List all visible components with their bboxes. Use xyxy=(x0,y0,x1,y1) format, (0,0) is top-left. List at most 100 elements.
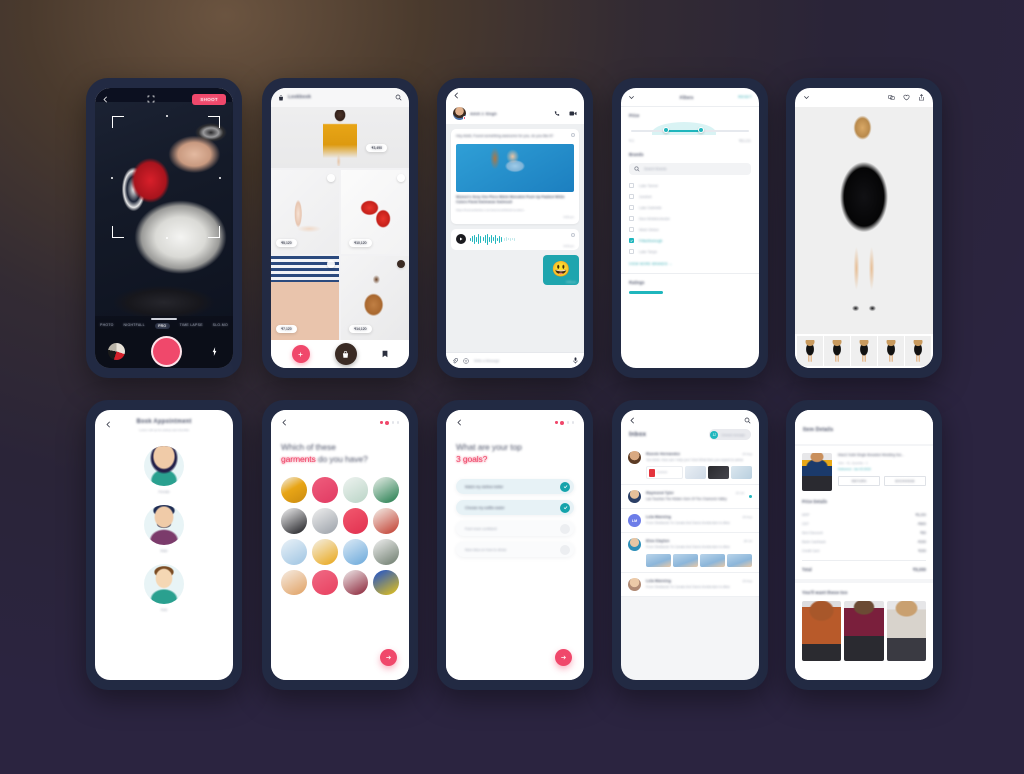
reset-button[interactable]: RESET xyxy=(738,95,752,99)
tag-pin-icon[interactable] xyxy=(327,174,335,182)
attachment-image[interactable] xyxy=(673,553,698,567)
brand-row[interactable]: Lake Tanya xyxy=(629,246,751,257)
garment-tile[interactable] xyxy=(281,538,307,565)
checkbox[interactable] xyxy=(629,183,634,188)
attachment-file[interactable]: Contract xyxy=(646,466,684,480)
scan-crop-frame[interactable] xyxy=(111,115,221,239)
inbox-thread[interactable]: LM Lela Manning 18 Aug From Shetlands To… xyxy=(621,509,759,534)
brand-row[interactable]: Jonefurt xyxy=(629,191,751,202)
chat-message-incoming[interactable]: Hey Advit, Found something awesome for y… xyxy=(451,129,579,224)
unread-filter-pill[interactable]: 12 Unread message xyxy=(708,429,751,440)
scan-frame-icon[interactable] xyxy=(147,95,155,103)
back-arrow-icon[interactable] xyxy=(629,417,636,424)
garment-tile[interactable] xyxy=(311,538,338,565)
garment-tile[interactable] xyxy=(281,508,307,534)
product-thumbnail[interactable] xyxy=(851,336,877,366)
appointment-option-male[interactable]: Male xyxy=(144,505,184,553)
lookbook-hero-item[interactable]: ₹3,490 xyxy=(271,107,409,168)
next-button[interactable] xyxy=(380,649,397,666)
attachment-image[interactable] xyxy=(646,553,671,567)
chat-voice-message[interactable]: 9:53 pm xyxy=(451,228,579,250)
exchange-button[interactable]: EXCHANGE xyxy=(884,476,926,487)
garment-tile[interactable] xyxy=(373,508,399,534)
goal-option[interactable]: New idea on how to dress xyxy=(456,542,574,558)
ratings-slider[interactable] xyxy=(629,291,663,294)
play-icon[interactable] xyxy=(456,234,466,245)
attachment-image[interactable] xyxy=(727,553,752,567)
attachment-image[interactable] xyxy=(708,466,730,480)
brand-row[interactable]: Lake Tanner xyxy=(629,180,751,191)
goal-option[interactable]: Match my clothes better xyxy=(456,479,574,495)
share-icon[interactable] xyxy=(918,94,925,101)
message-input[interactable]: Write a Message xyxy=(474,359,568,363)
chat-sticker-outgoing[interactable]: 😃 9:55 pm xyxy=(543,254,579,285)
product-thumbnail-strip[interactable] xyxy=(795,334,933,368)
inbox-thread[interactable]: Raymond Tyler 23 Jul Les Touches The Hid… xyxy=(621,485,759,510)
gallery-thumbnail[interactable] xyxy=(108,343,125,361)
attachment-icon[interactable] xyxy=(452,357,458,364)
inbox-thread[interactable]: Lela Manning 18 Aug From Shetlands To Ca… xyxy=(621,572,759,597)
checkbox[interactable] xyxy=(629,227,634,232)
product-main-image[interactable] xyxy=(795,107,933,334)
garment-tile[interactable] xyxy=(373,538,399,565)
brand-row[interactable]: New Wnkkinchester xyxy=(629,213,751,224)
view-more-brands-link[interactable]: VIEW MORE BRANDS → xyxy=(629,262,751,266)
suggested-product[interactable] xyxy=(886,600,926,661)
inbox-thread[interactable]: Roovie Hernandez 24 Aug Yes Advit, How c… xyxy=(621,446,759,486)
chevron-down-icon[interactable] xyxy=(803,94,810,101)
microphone-icon[interactable] xyxy=(573,357,578,364)
checkbox[interactable] xyxy=(629,205,634,210)
product-thumbnail[interactable] xyxy=(878,336,904,366)
suggested-product[interactable] xyxy=(802,600,842,661)
drag-handle[interactable] xyxy=(151,318,177,320)
product-thumbnail[interactable] xyxy=(824,336,850,366)
video-call-icon[interactable] xyxy=(569,110,577,117)
tag-pin-icon[interactable] xyxy=(397,260,405,268)
saved-items-icon[interactable] xyxy=(382,350,388,358)
flash-icon[interactable] xyxy=(208,345,220,359)
garment-tile[interactable] xyxy=(281,569,307,596)
price-range-slider[interactable] xyxy=(631,122,749,138)
camera-mode-timelapse[interactable]: TIME LAPSE xyxy=(180,323,203,330)
back-arrow-icon[interactable] xyxy=(456,419,463,426)
garment-tile[interactable] xyxy=(342,569,369,596)
phone-call-icon[interactable] xyxy=(554,110,561,117)
camera-mode-pro[interactable]: PRO xyxy=(154,322,170,330)
attachment-image[interactable] xyxy=(700,553,725,567)
goal-option[interactable]: Choose my outfits easier xyxy=(456,500,574,516)
heart-icon[interactable] xyxy=(903,94,910,101)
checkbox[interactable] xyxy=(629,194,634,199)
garment-tile[interactable] xyxy=(342,477,369,504)
shopping-bag-icon[interactable] xyxy=(334,343,357,365)
brand-row[interactable]: Lake Gabrielle xyxy=(629,202,751,213)
garment-tile[interactable] xyxy=(311,569,338,596)
lookbook-item[interactable]: ₹5,120 xyxy=(271,170,339,254)
lookbook-item[interactable]: ₹7,120 xyxy=(271,256,339,340)
tag-pin-icon[interactable] xyxy=(327,260,335,268)
audio-waveform[interactable] xyxy=(470,233,574,245)
search-icon[interactable] xyxy=(744,417,751,424)
brand-row[interactable]: West Clinton xyxy=(629,224,751,235)
checkbox-checked[interactable] xyxy=(629,238,634,243)
camera-mode-slomo[interactable]: SLO-MO xyxy=(213,323,228,330)
lookbook-item[interactable]: ₹14,120 xyxy=(341,256,409,340)
product-thumbnail[interactable] xyxy=(905,336,931,366)
brand-search-input[interactable]: Search Brands xyxy=(644,167,666,171)
garment-tile[interactable] xyxy=(373,477,399,504)
shutter-button[interactable] xyxy=(151,336,182,368)
garment-tile[interactable] xyxy=(373,569,399,596)
next-button[interactable] xyxy=(555,649,572,666)
attachment-image[interactable] xyxy=(685,466,707,480)
back-arrow-icon[interactable] xyxy=(105,421,112,428)
attachment-image[interactable] xyxy=(731,466,752,480)
checkbox[interactable] xyxy=(629,216,634,221)
camera-mode-selector[interactable]: PHOTO NIGHTFALL PRO TIME LAPSE SLO-MO xyxy=(95,322,233,330)
shoot-button[interactable]: SHOOT xyxy=(192,93,226,105)
product-thumbnail[interactable] xyxy=(797,336,823,366)
check-icon[interactable] xyxy=(560,502,570,513)
camera-mode-photo[interactable]: PHOTO xyxy=(100,323,114,330)
radio-unchecked[interactable] xyxy=(560,544,570,555)
back-arrow-icon[interactable] xyxy=(102,96,109,103)
return-button[interactable]: RETURN xyxy=(838,476,880,487)
search-icon[interactable] xyxy=(395,94,402,101)
